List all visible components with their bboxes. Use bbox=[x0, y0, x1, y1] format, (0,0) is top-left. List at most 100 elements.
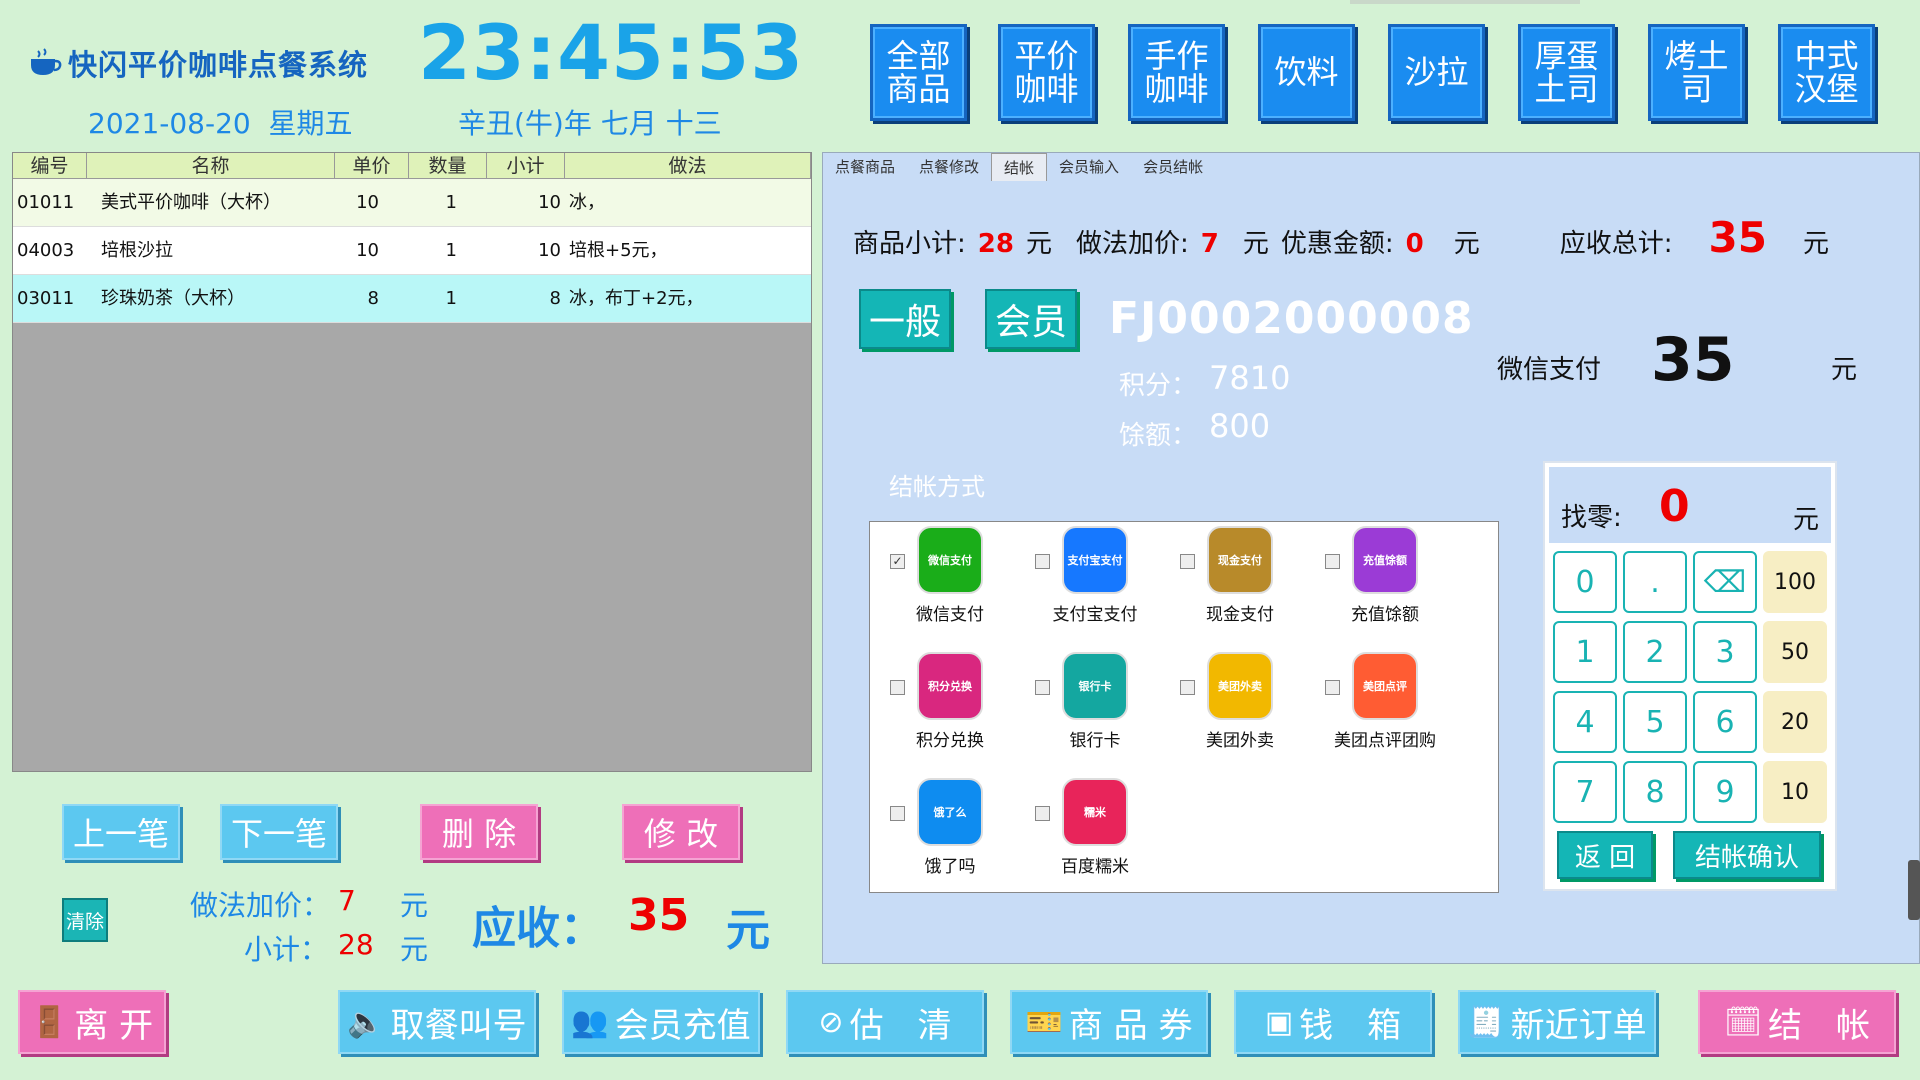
digit-key[interactable]: . bbox=[1623, 551, 1687, 613]
backspace-key[interactable]: ⌫ bbox=[1693, 551, 1757, 613]
payment-logo-icon: 积分兑换 bbox=[917, 652, 983, 720]
method-surcharge-value: 7 bbox=[338, 884, 356, 917]
payment-logo-icon: 饿了么 bbox=[917, 778, 983, 846]
payment-method-option[interactable]: 现金支付 现金支付 bbox=[1170, 526, 1310, 625]
delete-button[interactable]: 删 除 bbox=[420, 804, 538, 860]
payment-method-label: 微信支付 bbox=[916, 605, 984, 625]
cashbox-button[interactable]: ▣ 钱 箱 bbox=[1234, 990, 1432, 1054]
amount-key[interactable]: 20 bbox=[1763, 691, 1827, 753]
cell-subtotal: 10 bbox=[538, 240, 561, 261]
payment-checkbox[interactable] bbox=[890, 680, 905, 695]
voucher-button[interactable]: 🎫 商 品 券 bbox=[1010, 990, 1208, 1054]
payment-method-option[interactable]: 饿了么 饿了吗 bbox=[880, 778, 1020, 877]
payment-methods-box: ✓ 微信支付 微信支付 支付宝支付 支付宝支付 现金支付 现金支付 充值馀额 充值馀额 积分兑换积… bbox=[869, 521, 1499, 893]
payment-checkbox[interactable] bbox=[1035, 554, 1050, 569]
clear-button[interactable]: 清除 bbox=[62, 898, 108, 942]
sold-out-button[interactable]: ⊘ 估 清 bbox=[786, 990, 984, 1054]
discount-unit: 元 bbox=[1453, 229, 1480, 259]
recent-orders-button[interactable]: 🧾 新近订单 bbox=[1458, 990, 1656, 1054]
call-number-button[interactable]: 🔈 取餐叫号 bbox=[338, 990, 536, 1054]
column-header[interactable]: 单价 bbox=[335, 153, 409, 178]
scroll-handle[interactable] bbox=[1908, 860, 1920, 920]
category-button[interactable]: 手作咖啡 bbox=[1128, 24, 1225, 121]
amount-key[interactable]: 50 bbox=[1763, 621, 1827, 683]
prev-order-button[interactable]: 上一笔 bbox=[62, 804, 180, 860]
payment-method-option[interactable]: 银行卡 银行卡 bbox=[1025, 652, 1165, 751]
payment-method-option[interactable]: ✓ 微信支付 微信支付 bbox=[880, 526, 1020, 625]
table-row[interactable]: 04003 培根沙拉 10 1 10 培根+5元， bbox=[13, 227, 811, 275]
payment-checkbox[interactable] bbox=[1180, 554, 1195, 569]
keypad: 找零: 0 元 0. ⌫ 100 1 2 3 50 4 5 6 20 7 8 9 10 返 回 结帐确认 bbox=[1543, 461, 1837, 891]
digit-key[interactable]: 3 bbox=[1693, 621, 1757, 683]
payment-method-option[interactable]: 糯米 百度糯米 bbox=[1025, 778, 1165, 877]
payment-method-option[interactable]: 美团外卖 美团外卖 bbox=[1170, 652, 1310, 751]
digit-key[interactable]: 9 bbox=[1693, 761, 1757, 823]
amount-key[interactable]: 10 bbox=[1763, 761, 1827, 823]
tab-4[interactable]: 会员结帐 bbox=[1131, 153, 1215, 181]
discount-value: 0 bbox=[1405, 229, 1424, 259]
goods-subtotal-label: 商品小计: bbox=[853, 229, 966, 259]
category-button[interactable]: 全部商品 bbox=[870, 24, 967, 121]
change-label: 找零: bbox=[1561, 503, 1622, 533]
payment-checkbox[interactable] bbox=[1035, 680, 1050, 695]
category-button[interactable]: 平价咖啡 bbox=[998, 24, 1095, 121]
payment-checkbox[interactable] bbox=[890, 806, 905, 821]
column-header[interactable]: 名称 bbox=[87, 153, 335, 178]
leave-button[interactable]: 🚪 离 开 bbox=[18, 990, 166, 1054]
digit-key[interactable]: 7 bbox=[1553, 761, 1617, 823]
digit-key[interactable]: 1 bbox=[1553, 621, 1617, 683]
column-header[interactable]: 编号 bbox=[13, 153, 87, 178]
digit-key[interactable]: 4 bbox=[1553, 691, 1617, 753]
general-button[interactable]: 一般 bbox=[859, 289, 951, 349]
method-surcharge-value: 7 bbox=[1200, 229, 1219, 259]
digit-key[interactable]: 2 bbox=[1623, 621, 1687, 683]
method-surcharge-unit: 元 bbox=[400, 889, 429, 922]
receivable-label: 应收： bbox=[472, 903, 604, 954]
digit-key[interactable]: 8 bbox=[1623, 761, 1687, 823]
payment-checkbox[interactable] bbox=[1325, 554, 1340, 569]
table-row[interactable]: 03011 珍珠奶茶（大杯） 8 1 8 冰，布丁+2元， bbox=[13, 275, 811, 323]
amount-key[interactable]: 100 bbox=[1763, 551, 1827, 613]
tab-0[interactable]: 点餐商品 bbox=[823, 153, 907, 181]
column-header[interactable]: 做法 bbox=[565, 153, 811, 178]
app-title: 快闪平价咖啡点餐系统 bbox=[68, 48, 369, 82]
digit-key[interactable]: 6 bbox=[1693, 691, 1757, 753]
tab-1[interactable]: 点餐修改 bbox=[907, 153, 991, 181]
total-label: 应收总计: bbox=[1559, 229, 1673, 259]
payment-checkbox[interactable] bbox=[1035, 806, 1050, 821]
total-value: 35 bbox=[1708, 213, 1767, 262]
modify-button[interactable]: 修 改 bbox=[622, 804, 740, 860]
cell-id: 04003 bbox=[17, 240, 75, 261]
subtotal-unit: 元 bbox=[400, 933, 429, 966]
cell-id: 01011 bbox=[17, 192, 75, 213]
member-button[interactable]: 会员 bbox=[985, 289, 1077, 349]
member-recharge-button[interactable]: 👥 会员充值 bbox=[562, 990, 760, 1054]
tab-3[interactable]: 会员输入 bbox=[1047, 153, 1131, 181]
column-header[interactable]: 小计 bbox=[487, 153, 565, 178]
payment-method-option[interactable]: 积分兑换 积分兑换 bbox=[880, 652, 1020, 751]
category-button[interactable]: 中式汉堡 bbox=[1778, 24, 1875, 121]
category-button[interactable]: 烤土司 bbox=[1648, 24, 1745, 121]
cell-subtotal: 8 bbox=[549, 288, 561, 309]
tab-2[interactable]: 结帐 bbox=[991, 153, 1048, 181]
payment-logo-icon: 支付宝支付 bbox=[1062, 526, 1128, 594]
confirm-checkout-button[interactable]: 结帐确认 bbox=[1673, 831, 1821, 879]
column-header[interactable]: 数量 bbox=[409, 153, 487, 178]
category-button[interactable]: 饮料 bbox=[1258, 24, 1355, 121]
change-bar: 找零: 0 元 bbox=[1549, 467, 1831, 543]
payment-method-option[interactable]: 美团点评 美团点评团购 bbox=[1315, 652, 1455, 751]
table-row[interactable]: 01011 美式平价咖啡（大杯） 10 1 10 冰， bbox=[13, 179, 811, 227]
payment-method-option[interactable]: 充值馀额 充值馀额 bbox=[1315, 526, 1455, 625]
back-button[interactable]: 返 回 bbox=[1557, 831, 1653, 879]
category-button[interactable]: 厚蛋土司 bbox=[1518, 24, 1615, 121]
payment-method-option[interactable]: 支付宝支付 支付宝支付 bbox=[1025, 526, 1165, 625]
payment-checkbox[interactable]: ✓ bbox=[890, 554, 905, 569]
checkout-button[interactable]: 🗓 结 帐 bbox=[1698, 990, 1896, 1054]
digit-key[interactable]: 5 bbox=[1623, 691, 1687, 753]
digit-key[interactable]: 0 bbox=[1553, 551, 1617, 613]
tab-bar: 点餐商品 点餐修改 结帐 会员输入 会员结帐 bbox=[823, 153, 1215, 181]
payment-checkbox[interactable] bbox=[1325, 680, 1340, 695]
payment-checkbox[interactable] bbox=[1180, 680, 1195, 695]
next-order-button[interactable]: 下一笔 bbox=[220, 804, 338, 860]
category-button[interactable]: 沙拉 bbox=[1388, 24, 1485, 121]
